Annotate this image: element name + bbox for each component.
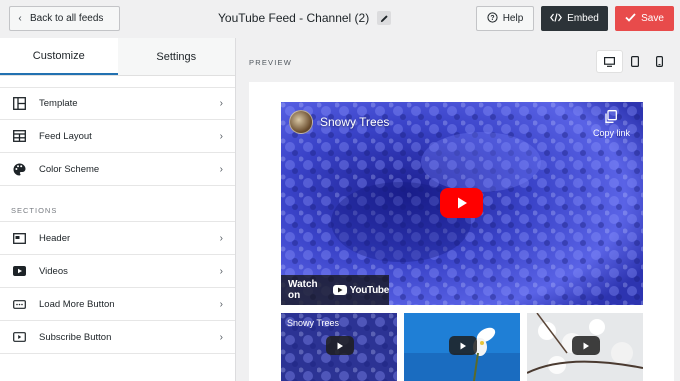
channel-name: Snowy Trees — [320, 115, 390, 129]
sidebar-item-label: Feed Layout — [39, 130, 92, 142]
tab-settings[interactable]: Settings — [117, 38, 235, 75]
youtube-logo: YouTube — [332, 284, 390, 296]
back-to-feeds-button[interactable]: ‹ Back to all feeds — [9, 6, 120, 31]
header-icon — [12, 231, 26, 245]
sections-heading: SECTIONS — [0, 186, 235, 222]
sidebar-item-label: Subscribe Button — [39, 331, 112, 343]
mobile-icon[interactable] — [647, 51, 672, 72]
preview-heading: PREVIEW — [249, 58, 292, 67]
embed-label: Embed — [567, 13, 599, 24]
play-icon — [326, 336, 354, 355]
sidebar-tabs: Customize Settings — [0, 38, 235, 76]
copy-link-button[interactable]: Copy link — [593, 110, 630, 138]
sidebar-item-label: Color Scheme — [39, 163, 100, 175]
video-thumbnail[interactable]: Snowy Trees — [281, 313, 397, 381]
save-button[interactable]: Save — [615, 6, 674, 31]
tab-customize[interactable]: Customize — [0, 38, 118, 75]
tablet-icon[interactable] — [622, 51, 647, 72]
chevron-right-icon: › — [219, 265, 223, 277]
template-icon — [12, 97, 26, 111]
channel-header: Snowy Trees — [289, 110, 389, 134]
thumbnail-title: Snowy Trees — [287, 318, 340, 328]
palette-icon — [12, 162, 26, 176]
watch-on-youtube-button[interactable]: Watch on YouTube — [281, 275, 389, 305]
help-label: Help — [502, 13, 524, 24]
chevron-right-icon: › — [219, 232, 223, 244]
sidebar-item-feed-layout[interactable]: Feed Layout › — [0, 120, 235, 153]
page-title: YouTube Feed - Channel (2) — [218, 11, 370, 25]
play-icon — [457, 197, 467, 209]
subscribe-icon — [12, 330, 26, 344]
play-icon — [572, 336, 600, 355]
video-thumbnail[interactable] — [527, 313, 643, 381]
sidebar: Customize Settings Template › Feed Layou… — [0, 38, 236, 381]
back-button-label: Back to all feeds — [30, 13, 104, 24]
play-button[interactable] — [440, 188, 483, 218]
svg-text:?: ? — [490, 14, 494, 21]
load-more-icon — [12, 297, 26, 311]
tab-settings-label: Settings — [156, 50, 197, 63]
sidebar-item-label: Template — [39, 98, 78, 109]
sidebar-item-template[interactable]: Template › — [0, 87, 235, 120]
help-button[interactable]: ? Help — [476, 6, 534, 31]
title-wrap: YouTube Feed - Channel (2) — [218, 11, 392, 25]
pencil-icon[interactable] — [377, 11, 392, 25]
sidebar-item-label: Header — [39, 232, 71, 244]
feed-layout-icon — [12, 129, 26, 143]
chevron-right-icon: › — [219, 130, 223, 142]
code-icon — [550, 12, 563, 25]
videos-icon — [12, 264, 26, 278]
check-icon — [625, 12, 636, 25]
chevron-right-icon: › — [219, 98, 223, 109]
sidebar-item-label: Videos — [39, 265, 68, 277]
channel-avatar — [289, 110, 313, 134]
copy-icon — [605, 110, 618, 125]
tab-customize-label: Customize — [32, 49, 85, 62]
sidebar-item-color-scheme[interactable]: Color Scheme › — [0, 153, 235, 186]
embed-button[interactable]: Embed — [541, 6, 608, 31]
chevron-left-icon: ‹ — [18, 13, 22, 24]
help-icon: ? — [487, 11, 498, 26]
chevron-right-icon: › — [219, 331, 223, 343]
top-bar: ‹ Back to all feeds YouTube Feed - Chann… — [0, 0, 680, 38]
main-video-player[interactable]: Snowy Trees Copy link Watch on YouTube — [281, 102, 643, 305]
youtube-wordmark: YouTube — [349, 284, 390, 296]
save-label: Save — [641, 13, 664, 24]
chevron-right-icon: › — [219, 163, 223, 175]
watch-on-label: Watch on — [288, 279, 318, 301]
sidebar-item-label: Load More Button — [39, 298, 115, 310]
sidebar-item-videos[interactable]: Videos › — [0, 255, 235, 288]
sidebar-item-header[interactable]: Header › — [0, 222, 235, 255]
play-icon — [449, 336, 477, 355]
copy-link-label: Copy link — [592, 128, 630, 138]
sidebar-item-load-more-button[interactable]: Load More Button › — [0, 288, 235, 321]
desktop-icon[interactable] — [597, 51, 622, 72]
sidebar-item-subscribe-button[interactable]: Subscribe Button › — [0, 321, 235, 354]
video-thumbnail[interactable] — [404, 313, 520, 381]
device-switcher — [597, 51, 673, 72]
youtube-icon — [332, 285, 347, 295]
chevron-right-icon: › — [219, 298, 223, 310]
